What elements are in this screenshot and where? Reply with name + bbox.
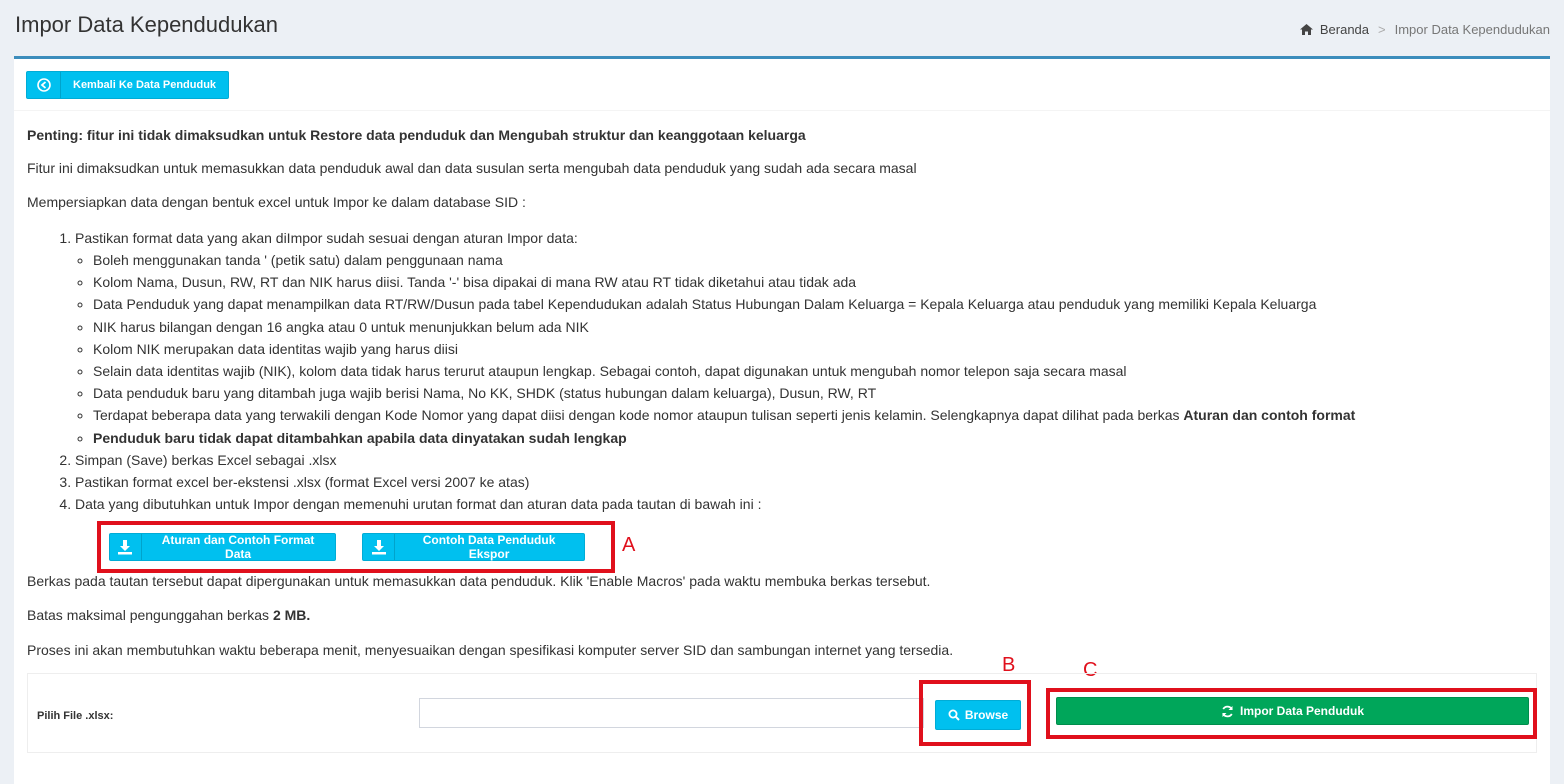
step-item: Pastikan format data yang akan diImpor s… — [75, 227, 1537, 449]
back-to-data-button[interactable]: Kembali Ke Data Penduduk — [26, 71, 230, 99]
steps-list: Pastikan format data yang akan diImpor s… — [27, 227, 1537, 515]
rule-item: Terdapat beberapa data yang terwakili de… — [93, 404, 1537, 426]
page-title: Impor Data Kependudukan — [15, 12, 278, 37]
step-item: Data yang dibutuhkan untuk Impor dengan … — [75, 493, 1537, 515]
breadcrumb-home-link[interactable]: Beranda — [1320, 22, 1369, 37]
intro-text: Fitur ini dimaksudkan untuk memasukkan d… — [27, 160, 917, 176]
size-limit-text: Batas maksimal pengunggahan berkas — [27, 607, 273, 623]
prepare-text: Mempersiapkan data dengan bentuk excel u… — [27, 194, 526, 210]
step-item: Pastikan format excel ber-ekstensi .xlsx… — [75, 471, 1537, 493]
annotation-marker-a: A — [622, 534, 636, 556]
download-format-label: Aturan dan Contoh Format Data — [161, 533, 315, 561]
download-export-button[interactable]: Contoh Data Penduduk Ekspor — [362, 533, 585, 561]
import-data-button[interactable]: Impor Data Penduduk — [1056, 697, 1529, 725]
rule-item: Data penduduk baru yang ditambah juga wa… — [93, 382, 1537, 404]
rule-item: NIK harus bilangan dengan 16 angka atau … — [93, 316, 1537, 338]
arrow-circle-left-icon — [27, 72, 61, 98]
rule-item: Penduduk baru tidak dapat ditambahkan ap… — [93, 427, 1537, 449]
browse-label: Browse — [964, 708, 1009, 722]
important-note: Penting: fitur ini tidak dimaksudkan unt… — [27, 127, 806, 143]
import-box: Kembali Ke Data Penduduk Penting: fitur … — [14, 56, 1550, 784]
annotation-box-b: Browse — [919, 680, 1031, 746]
rule-item: Kolom Nama, Dusun, RW, RT dan NIK harus … — [93, 271, 1537, 293]
refresh-icon — [1221, 705, 1234, 718]
back-button-label: Kembali Ke Data Penduduk — [73, 79, 217, 91]
box-header: Kembali Ke Data Penduduk — [14, 59, 1550, 111]
download-icon — [363, 534, 396, 560]
file-label: Pilih File .xlsx: — [37, 710, 114, 722]
breadcrumb: Beranda > Impor Data Kependudukan — [1299, 22, 1550, 37]
rule-item: Data Penduduk yang dapat menampilkan dat… — [93, 293, 1537, 315]
rule-item: Kolom NIK merupakan data identitas wajib… — [93, 338, 1537, 360]
step-item: Simpan (Save) berkas Excel sebagai .xlsx — [75, 449, 1537, 471]
size-limit-note: Batas maksimal pengunggahan berkas 2 MB. — [27, 607, 310, 623]
home-icon[interactable] — [1299, 24, 1313, 35]
download-icon — [110, 534, 142, 560]
rule-8-text: Terdapat beberapa data yang terwakili de… — [93, 407, 1184, 424]
download-format-button[interactable]: Aturan dan Contoh Format Data — [109, 533, 337, 561]
step-1-text: Pastikan format data yang akan diImpor s… — [75, 230, 578, 246]
download-export-label: Contoh Data Penduduk Ekspor — [422, 533, 556, 561]
breadcrumb-current: Impor Data Kependudukan — [1394, 22, 1550, 37]
download-buttons-group: Aturan dan Contoh Format Data Contoh Dat… — [97, 521, 615, 573]
rules-list: Boleh menggunakan tanda ' (petik satu) d… — [75, 249, 1537, 449]
search-icon — [948, 709, 960, 721]
process-note: Proses ini akan membutuhkan waktu bebera… — [27, 642, 954, 658]
macros-note: Berkas pada tautan tersebut dapat diperg… — [27, 573, 931, 589]
size-limit-value: 2 MB. — [272, 607, 311, 623]
annotation-box-c: Impor Data Penduduk — [1046, 688, 1537, 739]
rule-item: Selain data identitas wajib (NIK), kolom… — [93, 360, 1537, 382]
upload-panel: Pilih File .xlsx: Browse Impor Data Pend… — [27, 673, 1537, 753]
import-button-label: Impor Data Penduduk — [1239, 704, 1364, 718]
file-path-input[interactable] — [419, 698, 924, 728]
rule-item: Boleh menggunakan tanda ' (petik satu) d… — [93, 249, 1537, 271]
rule-8-bold: Aturan dan contoh format — [1183, 407, 1356, 424]
instructions: Penting: fitur ini tidak dimaksudkan unt… — [14, 111, 1550, 515]
breadcrumb-separator: > — [1378, 22, 1386, 37]
browse-button[interactable]: Browse — [935, 700, 1021, 730]
